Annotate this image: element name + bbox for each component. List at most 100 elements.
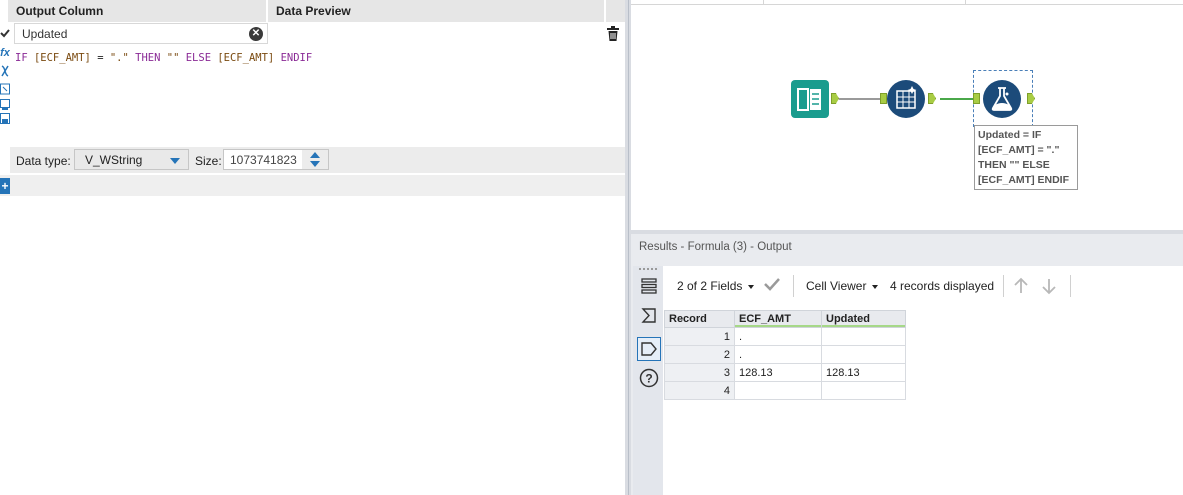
data-view-button[interactable] (637, 337, 661, 361)
svg-text:?: ? (645, 372, 652, 386)
cell-viewer-dropdown[interactable]: Cell Viewer (806, 279, 879, 293)
formula-tool-icon (983, 80, 1021, 118)
cell-viewer-label: Cell Viewer (806, 279, 867, 293)
output-anchor-1[interactable] (831, 93, 839, 104)
record-number: 1 (664, 327, 735, 346)
arrow-up-icon[interactable] (1013, 277, 1029, 300)
canvas-tab-strip (631, 0, 1183, 5)
clear-icon[interactable]: ✕ (249, 27, 263, 41)
formula-annotation: Updated = IF [ECF_AMT] = "." THEN "" ELS… (974, 125, 1078, 190)
table-row[interactable]: 2 . (664, 345, 906, 364)
metadata-view-button[interactable] (637, 274, 661, 298)
record-number: 3 (664, 363, 735, 382)
column-header-label: ECF_AMT (739, 313, 791, 325)
variable-x-icon[interactable] (0, 64, 10, 78)
annotation-line: [ECF_AMT] ENDIF (978, 174, 1069, 186)
data-cleansing-tool-icon (887, 80, 925, 118)
table-row[interactable]: 4 (664, 381, 906, 400)
results-table[interactable]: Record ECF_AMT Updated 1 . 2 . 3 128.13 … (664, 310, 906, 400)
apply-check-icon[interactable] (763, 276, 781, 295)
expression-editor[interactable]: IF [ECF_AMT] = "." THEN "" ELSE [ECF_AMT… (10, 46, 625, 147)
input-anchor-3[interactable] (973, 93, 980, 104)
workflow-canvas[interactable]: Updated = IF [ECF_AMT] = "." THEN "" ELS… (631, 0, 1183, 230)
expr-keyword-then: THEN (128, 52, 167, 64)
data-type-dropdown[interactable]: V_WString (74, 149, 189, 170)
expr-keyword-if: IF (15, 52, 34, 64)
column-header-label: Record (669, 313, 707, 325)
caret-down-icon (872, 284, 879, 289)
function-fx-icon[interactable]: fx (0, 46, 10, 60)
table-row[interactable]: 3 128.13 128.13 (664, 363, 906, 382)
output-field-value: Updated (22, 27, 68, 41)
formula-tool[interactable] (983, 80, 1021, 121)
output-field-dropdown[interactable]: Updated ✕ (14, 23, 268, 44)
function-strip: fx (0, 0, 10, 196)
cell-updated[interactable] (821, 327, 906, 346)
annotation-line: [ECF_AMT] = "." (978, 144, 1060, 156)
add-expression-button[interactable]: + (0, 178, 10, 194)
size-spin-buttons[interactable] (302, 150, 328, 169)
expr-keyword-endif: ENDIF (274, 52, 313, 64)
add-expression-row: + (0, 175, 625, 196)
results-view-bar: ? (633, 266, 663, 495)
fields-selector[interactable]: 2 of 2 Fields (677, 279, 755, 293)
grip-icon[interactable] (639, 268, 657, 270)
column-header-ecf-amt[interactable]: ECF_AMT (734, 310, 822, 328)
decrement-icon[interactable] (310, 161, 320, 167)
input-data-tool-icon (791, 80, 829, 118)
data-preview-header: Data Preview (268, 0, 604, 22)
output-column-header: Output Column (8, 0, 266, 22)
list-icon (641, 278, 657, 294)
expr-field-ref-2: [ECF_AMT] (217, 52, 275, 64)
cell-updated[interactable]: 128.13 (821, 363, 906, 382)
data-cleansing-tool[interactable] (887, 80, 925, 121)
connection-line-1 (839, 98, 885, 100)
columns-icon[interactable] (0, 82, 10, 96)
expr-operator: = (90, 52, 110, 64)
chevron-down-icon (170, 158, 180, 164)
size-label: Size: (195, 154, 222, 168)
expression-text: IF [ECF_AMT] = "." THEN "" ELSE [ECF_AMT… (15, 52, 312, 64)
results-title: Results - Formula (3) - Output (639, 241, 792, 253)
save-expression-icon[interactable] (0, 112, 10, 126)
results-window: Results - Formula (3) - Output ? 2 of 2 … (631, 234, 1183, 495)
cell-updated[interactable] (821, 381, 906, 400)
data-preview-cell (270, 23, 604, 44)
summary-view-button[interactable] (637, 304, 661, 328)
input-data-tool[interactable] (791, 80, 829, 121)
cell-updated[interactable] (821, 345, 906, 364)
annotation-line: THEN "" ELSE (978, 159, 1050, 171)
increment-icon[interactable] (310, 152, 320, 158)
expr-keyword-else: ELSE (179, 52, 218, 64)
caret-down-icon (748, 284, 755, 289)
record-number: 4 (664, 381, 735, 400)
annotation-line: Updated = IF (978, 129, 1042, 141)
column-header-record[interactable]: Record (664, 310, 735, 328)
cell-ecf-amt[interactable]: 128.13 (734, 363, 822, 382)
help-icon: ? (639, 368, 659, 388)
delete-expression-icon[interactable] (606, 26, 620, 42)
output-anchor-3[interactable] (1027, 93, 1035, 104)
size-stepper[interactable]: 1073741823 (223, 149, 329, 170)
column-header-label: Updated (826, 313, 870, 325)
fields-selector-label: 2 of 2 Fields (677, 279, 743, 293)
column-header-updated[interactable]: Updated (821, 310, 906, 328)
checkmark-icon[interactable] (0, 26, 10, 40)
header-spacer (606, 0, 625, 22)
table-row[interactable]: 1 . (664, 327, 906, 346)
output-anchor-2[interactable] (928, 93, 936, 104)
arrow-down-icon[interactable] (1041, 277, 1057, 300)
cell-ecf-amt[interactable]: . (734, 327, 822, 346)
formula-config-panel: fx Output Column Data Preview Updated ✕ (0, 0, 625, 495)
cell-ecf-amt[interactable] (734, 381, 822, 400)
input-anchor-2[interactable] (880, 93, 887, 104)
record-number: 2 (664, 345, 735, 364)
cell-ecf-amt[interactable]: . (734, 345, 822, 364)
table-header-row: Record ECF_AMT Updated (664, 310, 906, 328)
expr-field-ref: [ECF_AMT] (33, 52, 91, 64)
saved-expressions-icon[interactable] (0, 98, 10, 112)
data-type-bar: Data type: V_WString Size: 1073741823 (10, 147, 625, 173)
size-value: 1073741823 (230, 153, 297, 167)
data-type-value: V_WString (85, 153, 143, 167)
help-button[interactable]: ? (637, 366, 661, 390)
